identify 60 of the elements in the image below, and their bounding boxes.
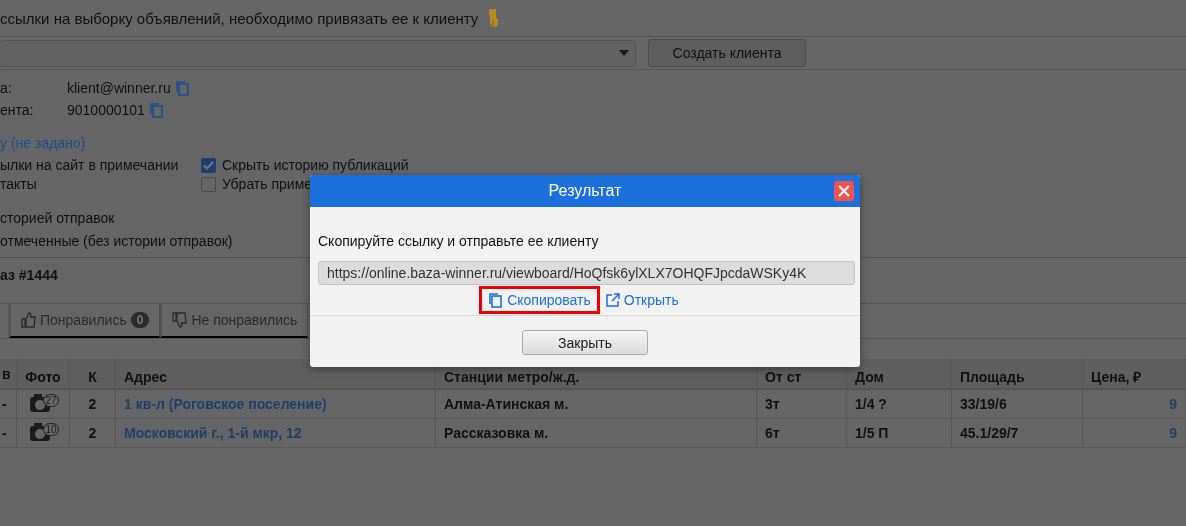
checkbox[interactable] — [201, 157, 216, 173]
price-link[interactable]: 9 — [1083, 390, 1186, 419]
table-cell: 3т — [757, 390, 847, 419]
dialog-title: Результат — [548, 182, 622, 200]
close-button[interactable] — [834, 181, 854, 201]
column-header: в — [0, 359, 17, 390]
thumbs-down-icon — [172, 312, 188, 328]
close-icon — [838, 185, 850, 197]
table-cell: Рассказовка м. — [436, 419, 757, 448]
photo-count: 10 — [43, 423, 59, 436]
option-label: сторией отправок — [0, 210, 115, 226]
copy-icon[interactable] — [148, 102, 164, 118]
column-header: Дом — [847, 359, 952, 390]
client-select[interactable] — [0, 39, 636, 67]
price-link[interactable]: 9 — [1083, 419, 1186, 448]
table-cell: 2 — [70, 419, 116, 448]
notice-text: ссылки на выборку объявлений, необходимо привязать ее к клиенту — [0, 9, 479, 27]
checkbox-label: Убрать приме — [222, 176, 313, 192]
option-label: отмеченные (без истории отправок) — [0, 233, 233, 249]
column-header: К — [70, 359, 116, 390]
checkbox[interactable] — [201, 176, 216, 192]
caret-icon — [619, 50, 629, 56]
field-value: 9010000101 — [67, 102, 145, 118]
table-cell: - — [0, 390, 17, 419]
table-cell: 45.1/29/7 — [952, 419, 1083, 448]
field-label: ента: — [0, 102, 35, 118]
external-link-icon — [605, 293, 620, 307]
table-cell: 33/19/6 — [952, 390, 1083, 419]
count-badge: 0 — [130, 312, 150, 328]
copy-icon[interactable] — [174, 80, 190, 96]
address-link[interactable]: Московский г., 1-й мкр, 12 — [124, 425, 302, 441]
table-cell: 2 — [70, 390, 116, 419]
check-icon — [203, 160, 214, 170]
url-field[interactable]: https://online.baza-winner.ru/viewboard/HoQfsk6ylXLX7OHQFJpcdaWSKy4K — [318, 261, 855, 285]
option-label: такты — [0, 176, 37, 192]
pointing-hand-icon — [486, 8, 501, 28]
dialog-message: Скопируйте ссылку и отправьте ее клиенту — [318, 233, 600, 249]
option-label: ылки на сайт в примечании — [0, 157, 179, 173]
table-cell: 6т — [757, 419, 847, 448]
table-cell: Алма-Атинская м. — [436, 390, 757, 419]
copy-icon — [488, 292, 504, 308]
thumbs-up-icon — [21, 312, 36, 328]
field-value: klient@winner.ru — [67, 80, 171, 96]
copy-link[interactable]: Скопировать — [488, 292, 591, 308]
create-client-button[interactable]: Создать клиента — [648, 39, 806, 67]
address-link[interactable]: 1 кв-л (Роговское поселение) — [124, 396, 327, 412]
column-header: Площадь — [952, 359, 1083, 390]
table-cell: 1/5 П — [847, 419, 952, 448]
field-label: а: — [0, 80, 13, 96]
table-cell: - — [0, 419, 17, 448]
column-header: Цена, ₽ — [1083, 359, 1186, 390]
tab[interactable]: Не понравились — [160, 304, 309, 338]
checkbox-label: Скрыть историю публикаций — [222, 157, 409, 173]
order-title: аз #1444 — [0, 267, 58, 283]
photo-count: 27 — [43, 394, 59, 407]
table-cell: 1/4 ? — [847, 390, 952, 419]
column-header: Фото — [17, 359, 70, 390]
close-dialog-button[interactable]: Закрыть — [522, 330, 648, 355]
open-link[interactable]: Открыть — [605, 292, 679, 308]
tab[interactable]: Понравились 0 — [9, 304, 161, 338]
